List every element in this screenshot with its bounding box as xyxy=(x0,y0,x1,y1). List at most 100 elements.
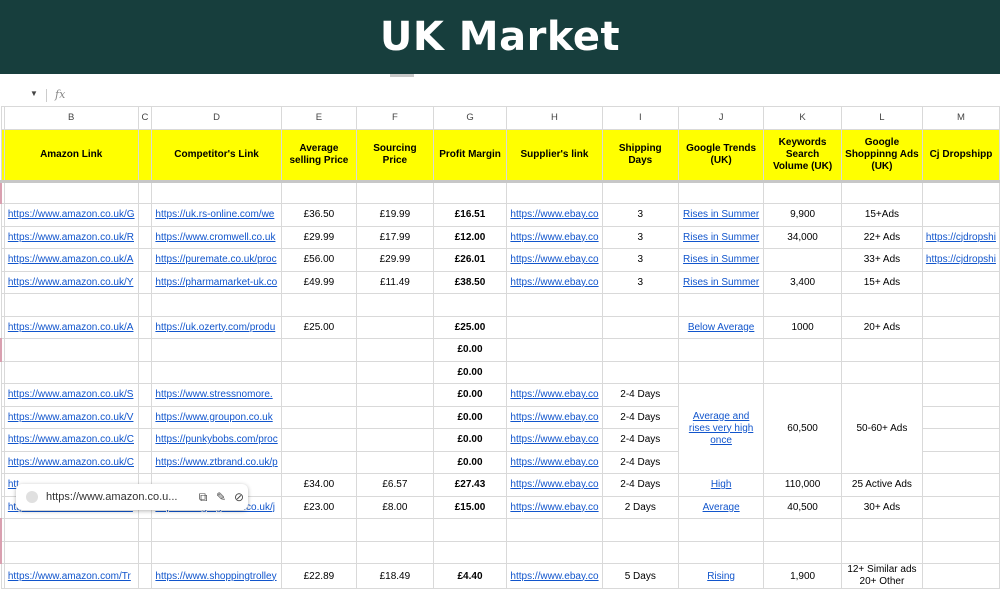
profit-margin-cell[interactable]: £12.00 xyxy=(432,225,508,249)
google-trends-cell[interactable] xyxy=(677,180,765,204)
header-cell[interactable]: Cj Dropshipp xyxy=(921,128,1000,183)
avg-price-cell[interactable] xyxy=(280,383,358,407)
cj-dropshipping-cell[interactable]: https://cjdropshi xyxy=(921,248,1000,272)
cell[interactable] xyxy=(137,540,153,564)
shipping-days-cell[interactable] xyxy=(601,180,679,204)
cell[interactable] xyxy=(137,518,153,542)
cj-dropshipping-cell[interactable] xyxy=(921,270,1000,294)
google-trends-cell[interactable] xyxy=(677,518,765,542)
chevron-down-icon[interactable]: ▼ xyxy=(30,89,38,98)
amazon-link-cell[interactable]: https://www.amazon.co.uk/C xyxy=(3,450,139,474)
amazon-link-cell[interactable]: https://www.amazon.co.uk/A xyxy=(3,315,139,339)
competitor-link-cell[interactable] xyxy=(151,518,282,542)
column-header-i[interactable]: I xyxy=(601,106,679,130)
google-trends-cell[interactable] xyxy=(677,293,765,317)
shopping-ads-cell[interactable] xyxy=(840,293,923,317)
keyword-volume-cell[interactable] xyxy=(763,248,842,272)
competitor-link-cell[interactable] xyxy=(151,293,282,317)
avg-price-cell[interactable]: £25.00 xyxy=(280,315,358,339)
amazon-link-cell[interactable]: https://www.amazon.co.uk/S xyxy=(3,383,139,407)
link-preview-url[interactable]: https://www.amazon.co.u... xyxy=(46,491,194,503)
amazon-link-cell[interactable]: https://www.amazon.co.uk/Y xyxy=(3,270,139,294)
amazon-link-cell[interactable]: https://www.amazon.co.uk/V xyxy=(3,405,139,429)
supplier-link-cell[interactable]: https://www.ebay.co xyxy=(506,473,603,497)
shopping-ads-cell[interactable] xyxy=(840,360,923,384)
competitor-link-cell[interactable]: https://punkybobs.com/proc xyxy=(151,428,282,452)
sourcing-price-cell[interactable]: £11.49 xyxy=(356,270,434,294)
scrollbar-thumb[interactable] xyxy=(390,74,414,77)
cj-dropshipping-cell[interactable] xyxy=(921,180,1000,204)
edit-icon[interactable]: ✎ xyxy=(212,490,230,504)
cell[interactable] xyxy=(137,563,153,589)
supplier-link-cell[interactable]: https://www.ebay.co xyxy=(506,563,603,589)
header-cell[interactable]: Keywords Search Volume (UK) xyxy=(763,128,842,183)
keyword-volume-cell[interactable] xyxy=(763,180,842,204)
cell[interactable] xyxy=(137,383,153,407)
sourcing-price-cell[interactable] xyxy=(356,293,434,317)
google-trends-cell[interactable]: Rises in Summer xyxy=(677,270,765,294)
column-header-b[interactable]: B xyxy=(3,106,139,130)
google-trends-cell[interactable]: Rises in Summer xyxy=(677,248,765,272)
avg-price-cell[interactable] xyxy=(280,360,358,384)
amazon-link-cell[interactable] xyxy=(3,540,139,564)
profit-margin-cell[interactable]: £0.00 xyxy=(432,405,508,429)
header-cell[interactable] xyxy=(137,128,153,183)
shipping-days-cell[interactable] xyxy=(601,338,679,362)
supplier-link-cell[interactable] xyxy=(506,518,603,542)
google-trends-cell[interactable]: Below Average xyxy=(677,315,765,339)
amazon-link-cell[interactable]: https://www.amazon.co.uk/R xyxy=(3,225,139,249)
keyword-volume-cell[interactable]: 3,400 xyxy=(763,270,842,294)
cell[interactable] xyxy=(137,248,153,272)
avg-price-cell[interactable] xyxy=(280,293,358,317)
column-header-d[interactable]: D xyxy=(151,106,282,130)
shopping-ads-cell[interactable]: 30+ Ads xyxy=(840,495,923,519)
header-cell[interactable]: Average selling Price xyxy=(280,128,358,183)
shipping-days-cell[interactable]: 3 xyxy=(601,248,679,272)
profit-margin-cell[interactable]: £15.00 xyxy=(432,495,508,519)
header-cell[interactable]: Google Trends (UK) xyxy=(677,128,765,183)
sourcing-price-cell[interactable] xyxy=(356,428,434,452)
profit-margin-cell[interactable]: £26.01 xyxy=(432,248,508,272)
shipping-days-cell[interactable]: 2-4 Days xyxy=(601,450,679,474)
shopping-ads-cell[interactable]: 15+ Ads xyxy=(840,270,923,294)
google-trends-cell[interactable] xyxy=(677,338,765,362)
shipping-days-cell[interactable]: 2-4 Days xyxy=(601,383,679,407)
avg-price-cell[interactable] xyxy=(280,540,358,564)
shipping-days-cell[interactable] xyxy=(601,293,679,317)
google-trends-cell[interactable] xyxy=(677,360,765,384)
profit-margin-cell[interactable] xyxy=(432,180,508,204)
avg-price-cell[interactable]: £34.00 xyxy=(280,473,358,497)
shipping-days-cell[interactable]: 3 xyxy=(601,225,679,249)
competitor-link-cell[interactable]: https://www.cromwell.co.uk xyxy=(151,225,282,249)
avg-price-cell[interactable] xyxy=(280,405,358,429)
keyword-volume-cell[interactable] xyxy=(763,540,842,564)
cj-dropshipping-cell[interactable] xyxy=(921,495,1000,519)
google-trends-cell[interactable]: Average xyxy=(677,495,765,519)
supplier-link-cell[interactable]: https://www.ebay.co xyxy=(506,383,603,407)
column-header-m[interactable]: M xyxy=(921,106,1000,130)
sourcing-price-cell[interactable]: £17.99 xyxy=(356,225,434,249)
google-trends-cell[interactable]: Rising xyxy=(677,563,765,589)
supplier-link-cell[interactable]: https://www.ebay.co xyxy=(506,225,603,249)
cell[interactable] xyxy=(137,180,153,204)
sourcing-price-cell[interactable] xyxy=(356,518,434,542)
shipping-days-cell[interactable]: 2-4 Days xyxy=(601,473,679,497)
cell[interactable] xyxy=(137,270,153,294)
cj-dropshipping-cell[interactable] xyxy=(921,293,1000,317)
unlink-icon[interactable]: ⊘ xyxy=(230,490,248,504)
column-header-l[interactable]: L xyxy=(840,106,923,130)
keyword-volume-cell[interactable]: 34,000 xyxy=(763,225,842,249)
supplier-link-cell[interactable] xyxy=(506,338,603,362)
supplier-link-cell[interactable] xyxy=(506,360,603,384)
shopping-ads-cell[interactable]: 20+ Ads xyxy=(840,315,923,339)
cj-dropshipping-cell[interactable] xyxy=(921,203,1000,227)
amazon-link-cell[interactable] xyxy=(3,338,139,362)
supplier-link-cell[interactable]: https://www.ebay.co xyxy=(506,495,603,519)
sourcing-price-cell[interactable]: £18.49 xyxy=(356,563,434,589)
shipping-days-cell[interactable]: 5 Days xyxy=(601,563,679,589)
shopping-ads-cell[interactable] xyxy=(840,180,923,204)
profit-margin-cell[interactable]: £4.40 xyxy=(432,563,508,589)
cj-dropshipping-cell[interactable] xyxy=(921,540,1000,564)
profit-margin-cell[interactable] xyxy=(432,518,508,542)
header-cell[interactable]: Shipping Days xyxy=(601,128,679,183)
